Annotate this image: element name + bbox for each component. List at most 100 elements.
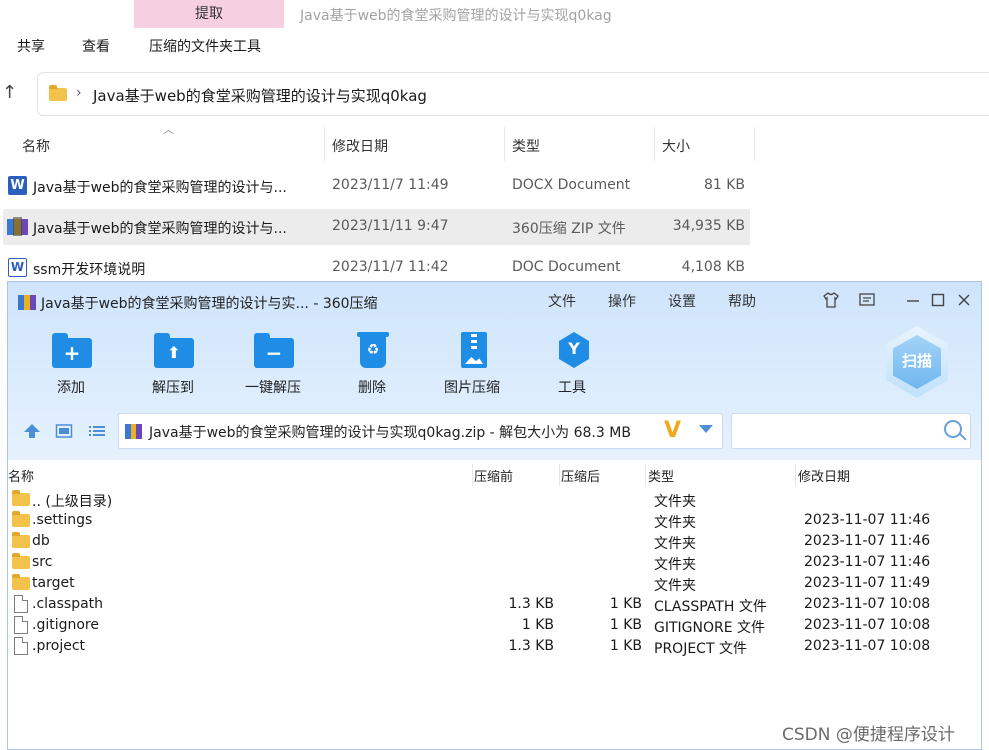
item-name: .classpath [32,596,104,612]
item-date: 2023-11-07 11:49 [804,575,931,591]
column-name[interactable]: 名称 [22,136,50,156]
menu-settings[interactable]: 设置 [668,291,696,311]
file-row[interactable]: W Java基于web的食堂采购管理的设计与... 2023/11/7 11:4… [3,168,750,204]
column-type[interactable]: 类型 [512,136,540,156]
sort-arrow-icon: ︿ [163,123,174,136]
column-divider[interactable] [472,464,473,486]
file-date: 2023/11/7 11:49 [332,177,449,193]
tools-button[interactable]: Y 工具 [527,328,617,398]
close-icon[interactable] [955,291,973,309]
column-before[interactable]: 压缩前 [474,466,513,485]
one-click-extract-label: 一键解压 [245,380,301,396]
item-before: 1.3 KB [508,596,555,612]
item-after: 1 KB [609,638,642,654]
menu-view[interactable]: 查看 [82,36,110,56]
watermark: CSDN @便捷程序设计 [782,725,955,745]
list-item[interactable]: .gitignore 1 KB 1 KB GITIGNORE 文件 2023-1… [8,615,981,636]
add-button[interactable]: + 添加 [26,328,116,398]
list-item[interactable]: db 文件夹 2023-11-07 11:46 [8,531,981,552]
item-name: db [32,533,50,549]
zip-archive-icon [125,423,142,440]
file-row-selected[interactable]: Java基于web的食堂采购管理的设计与... 2023/11/11 9:47 … [3,209,750,245]
tools-icon: Y [553,332,593,368]
zip-header: Java基于web的食堂采购管理的设计与实... - 360压缩 文件 操作 设… [8,282,981,460]
address-path: Java基于web的食堂采购管理的设计与实现q0kag [93,87,427,105]
list-item[interactable]: .settings 文件夹 2023-11-07 11:46 [8,510,981,531]
delete-bin-icon: ♻ [353,332,393,368]
one-click-extract-button[interactable]: − 一键解压 [228,328,318,398]
column-date[interactable]: 修改日期 [798,466,850,485]
menu-operation[interactable]: 操作 [608,291,636,311]
file-size: 34,935 KB [672,218,745,234]
column-after[interactable]: 压缩后 [561,466,600,485]
item-type: 文件夹 [654,515,696,531]
file-type: DOCX Document [512,177,631,193]
image-compress-label: 图片压缩 [444,380,500,396]
file-icon [14,637,28,655]
zip-window-title: Java基于web的食堂采购管理的设计与实... - 360压缩 [41,296,378,312]
list-item[interactable]: .classpath 1.3 KB 1 KB CLASSPATH 文件 2023… [8,594,981,615]
add-label: 添加 [57,380,85,396]
file-date: 2023/11/11 9:47 [332,218,449,234]
chevron-right-icon[interactable]: › [76,85,82,101]
column-divider[interactable] [559,464,560,486]
item-before: 1 KB [521,617,554,633]
extract-to-button[interactable]: ⬆ 解压到 [128,328,218,398]
column-divider[interactable] [754,127,755,161]
menu-file[interactable]: 文件 [548,291,576,311]
file-size: 4,108 KB [681,259,745,275]
item-name: .project [32,638,86,654]
zip-window: Java基于web的食堂采购管理的设计与实... - 360压缩 文件 操作 设… [7,281,982,750]
maximize-icon[interactable] [929,291,947,309]
column-divider[interactable] [654,127,655,161]
scan-button[interactable]: 扫描 [886,326,948,398]
menu-share[interactable]: 共享 [17,36,45,56]
item-before: 1.3 KB [508,638,555,654]
column-divider[interactable] [645,464,646,486]
item-after: 1 KB [609,617,642,633]
list-item[interactable]: .project 1.3 KB 1 KB PROJECT 文件 2023-11-… [8,636,981,657]
archive-path-bar[interactable]: Java基于web的食堂采购管理的设计与实现q0kag.zip - 解包大小为 … [118,413,723,449]
menu-help[interactable]: 帮助 [728,291,756,311]
item-type: 文件夹 [654,536,696,552]
search-input[interactable] [731,413,971,449]
up-arrow-icon[interactable]: ↑ [2,82,22,104]
folder-icon [12,532,30,548]
explorer-column-header: ︿ 名称 修改日期 类型 大小 [0,123,989,161]
file-date: 2023/11/7 11:42 [332,259,449,275]
list-item[interactable]: src 文件夹 2023-11-07 11:46 [8,552,981,573]
thumbnail-view-icon[interactable] [54,423,74,441]
search-icon[interactable] [944,420,962,438]
address-bar[interactable]: › Java基于web的食堂采购管理的设计与实现q0kag [37,72,989,116]
item-type: 文件夹 [654,494,696,510]
explorer-window-title: Java基于web的食堂采购管理的设计与实现q0kag [300,8,612,24]
list-view-icon[interactable] [87,423,107,441]
tools-label: 工具 [558,380,586,396]
column-divider[interactable] [324,127,325,161]
column-divider[interactable] [504,127,505,161]
skin-shirt-icon[interactable] [822,291,840,309]
column-type[interactable]: 类型 [648,466,674,485]
v-logo-icon[interactable]: V [664,418,681,443]
zip-archive-icon [7,217,28,236]
column-date[interactable]: 修改日期 [332,136,388,156]
image-compress-icon [453,332,493,368]
folder-icon [12,574,30,590]
item-name: .. (上级目录) [32,494,113,510]
delete-button[interactable]: ♻ 删除 [327,328,417,398]
item-date: 2023-11-07 11:46 [804,512,931,528]
image-compress-button[interactable]: 图片压缩 [427,328,517,398]
feedback-icon[interactable] [858,291,876,309]
extract-tab[interactable]: 提取 [134,0,284,28]
dropdown-arrow-icon[interactable] [699,425,713,433]
list-item[interactable]: target 文件夹 2023-11-07 11:49 [8,573,981,594]
column-size[interactable]: 大小 [662,136,690,156]
list-item[interactable]: .. (上级目录) 文件夹 [8,489,981,510]
file-name: ssm开发环境说明 [33,262,146,278]
word-doc-icon: W [8,258,27,277]
menu-compressed-folder-tools[interactable]: 压缩的文件夹工具 [149,36,261,56]
minimize-icon[interactable] [904,291,922,309]
column-name[interactable]: 名称 [8,466,34,485]
up-folder-icon[interactable] [22,423,42,441]
column-divider[interactable] [795,464,796,486]
